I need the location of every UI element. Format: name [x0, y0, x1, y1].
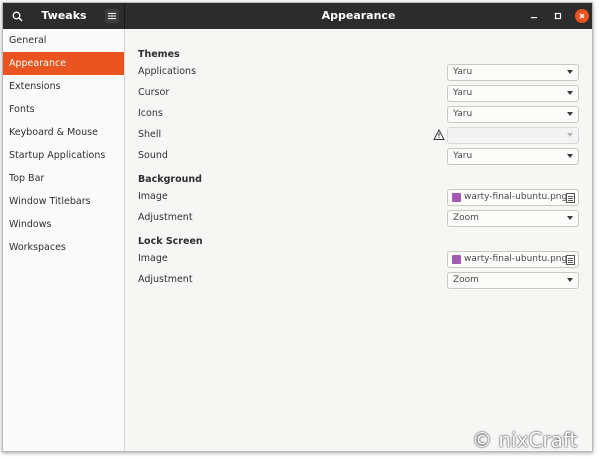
lock-screen-adjustment-label: Adjustment [138, 274, 193, 285]
icons-value: Yaru [453, 109, 473, 119]
applications-value: Yaru [453, 67, 473, 77]
close-icon [579, 13, 585, 19]
sidebar-item-top-bar[interactable]: Top Bar [3, 167, 124, 190]
background-adjustment-value: Zoom [453, 213, 479, 223]
minimize-button[interactable] [527, 9, 541, 23]
sidebar: General Appearance Extensions Fonts Keyb… [3, 29, 125, 451]
lock-screen-adjustment-combo[interactable]: Zoom [447, 272, 579, 289]
icons-label: Icons [138, 108, 163, 119]
chevron-down-icon [567, 112, 573, 116]
shell-label: Shell [138, 129, 162, 140]
background-image-value: warty-final-ubuntu.png [464, 192, 568, 202]
cursor-combo[interactable]: Yaru [447, 85, 579, 102]
lock-screen-image-label: Image [138, 253, 168, 264]
applications-label: Applications [138, 66, 197, 77]
applications-combo[interactable]: Yaru [447, 64, 579, 81]
background-image-label: Image [138, 191, 168, 202]
background-image-chooser[interactable]: warty-final-ubuntu.png [447, 189, 579, 206]
menu-button[interactable] [105, 9, 119, 23]
chevron-down-icon [567, 133, 573, 137]
open-file-icon[interactable] [565, 254, 575, 265]
warning-icon [433, 129, 445, 140]
sidebar-item-appearance[interactable]: Appearance [3, 52, 124, 75]
sidebar-item-keyboard-mouse[interactable]: Keyboard & Mouse [3, 121, 124, 144]
sound-label: Sound [138, 150, 168, 161]
background-adjustment-combo[interactable]: Zoom [447, 210, 579, 227]
cursor-label: Cursor [138, 87, 170, 98]
header-left: Tweaks [3, 3, 125, 29]
chevron-down-icon [567, 91, 573, 95]
maximize-button[interactable] [551, 9, 565, 23]
background-title: Background [138, 174, 202, 185]
lock-screen-title: Lock Screen [138, 236, 203, 247]
sidebar-item-fonts[interactable]: Fonts [3, 98, 124, 121]
minimize-icon [531, 17, 537, 19]
chevron-down-icon [567, 216, 573, 220]
chevron-down-icon [567, 278, 573, 282]
close-button[interactable] [575, 9, 589, 23]
sidebar-item-general[interactable]: General [3, 29, 124, 52]
hamburger-icon [108, 13, 116, 19]
chevron-down-icon [567, 154, 573, 158]
themes-title: Themes [138, 49, 180, 60]
sidebar-item-startup-applications[interactable]: Startup Applications [3, 144, 124, 167]
lock-screen-image-value: warty-final-ubuntu.png [464, 254, 568, 264]
sound-value: Yaru [453, 151, 473, 161]
sidebar-item-workspaces[interactable]: Workspaces [3, 236, 124, 259]
image-file-icon [452, 193, 461, 202]
sidebar-item-windows[interactable]: Windows [3, 213, 124, 236]
image-file-icon [452, 255, 461, 264]
chevron-down-icon [567, 70, 573, 74]
maximize-icon [554, 12, 562, 20]
tweaks-window: Tweaks Appearance General Appearance Ext… [2, 2, 593, 452]
page-title: Appearance [321, 9, 396, 22]
sidebar-item-window-titlebars[interactable]: Window Titlebars [3, 190, 124, 213]
icons-combo[interactable]: Yaru [447, 106, 579, 123]
lock-screen-adjustment-value: Zoom [453, 275, 479, 285]
sidebar-item-extensions[interactable]: Extensions [3, 75, 124, 98]
appearance-panel: Themes Applications Yaru Cursor Yaru Ico… [125, 29, 592, 451]
sound-combo[interactable]: Yaru [447, 148, 579, 165]
header-bar: Tweaks Appearance [3, 3, 592, 29]
shell-combo[interactable] [447, 127, 579, 144]
open-file-icon[interactable] [565, 192, 575, 203]
nixcraft-watermark: © nixCraft [472, 428, 578, 452]
cursor-value: Yaru [453, 88, 473, 98]
background-adjustment-label: Adjustment [138, 212, 193, 223]
lock-screen-image-chooser[interactable]: warty-final-ubuntu.png [447, 251, 579, 268]
